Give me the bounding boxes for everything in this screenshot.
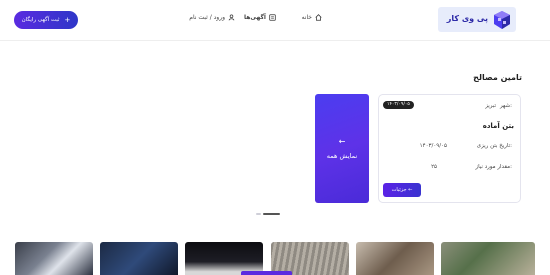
pagination-dot-active[interactable] <box>263 213 280 215</box>
nav-login[interactable]: ورود / ثبت نام <box>189 14 235 21</box>
site-header: پی وی کار خانه آگهی‌ها ورود / ثبت نام ثب… <box>0 0 550 41</box>
logo-mark-icon <box>494 11 510 29</box>
thumbnail-image[interactable] <box>441 242 535 275</box>
quantity-value: ۲۵ <box>431 164 437 170</box>
show-all-button[interactable]: ← نمایش همه <box>315 94 369 203</box>
date-badge: ۱۴۰۳/۰۹/۰۵ <box>383 101 414 109</box>
city-value: تبریز <box>485 103 496 109</box>
carousel-pagination <box>256 213 280 215</box>
details-button[interactable]: جزئیات ← <box>383 183 421 197</box>
section-title: تامین مصالح <box>473 73 522 82</box>
post-free-ad-button[interactable]: ثبت آگهی رایگان + <box>14 11 78 29</box>
list-icon <box>269 14 276 21</box>
thumbnail-image[interactable] <box>100 242 178 275</box>
bottom-tab-indicator <box>241 271 292 275</box>
pour-date-value: ۱۴۰۳/۰۹/۰۵ <box>419 143 447 149</box>
thumbnail-image[interactable] <box>15 242 93 275</box>
card-title: بتن آماده <box>482 122 514 130</box>
plus-icon: + <box>64 16 71 24</box>
logo[interactable]: پی وی کار <box>438 7 516 32</box>
pagination-dot[interactable] <box>256 213 261 215</box>
nav-home[interactable]: خانه <box>302 14 322 21</box>
thumbnail-image[interactable] <box>356 242 434 275</box>
city-label: شهر: <box>499 103 512 109</box>
user-icon <box>228 14 235 21</box>
home-icon <box>315 14 322 21</box>
material-request-card[interactable]: شهر: تبریز ۱۴۰۳/۰۹/۰۵ بتن آماده تاریخ بت… <box>378 94 521 203</box>
logo-text: پی وی کار <box>446 14 488 23</box>
pour-date-label: تاریخ بتن ریزی: <box>476 143 512 149</box>
arrow-left-icon: ← <box>338 137 346 146</box>
quantity-label: مقدار مورد نیاز: <box>475 164 512 170</box>
nav-ads-label: آگهی‌ها <box>244 14 266 21</box>
cta-label: ثبت آگهی رایگان <box>21 17 60 23</box>
nav-home-label: خانه <box>301 14 312 21</box>
nav-ads[interactable]: آگهی‌ها <box>244 14 276 21</box>
show-all-label: نمایش همه <box>326 152 358 160</box>
nav-login-label: ورود / ثبت نام <box>189 14 225 21</box>
